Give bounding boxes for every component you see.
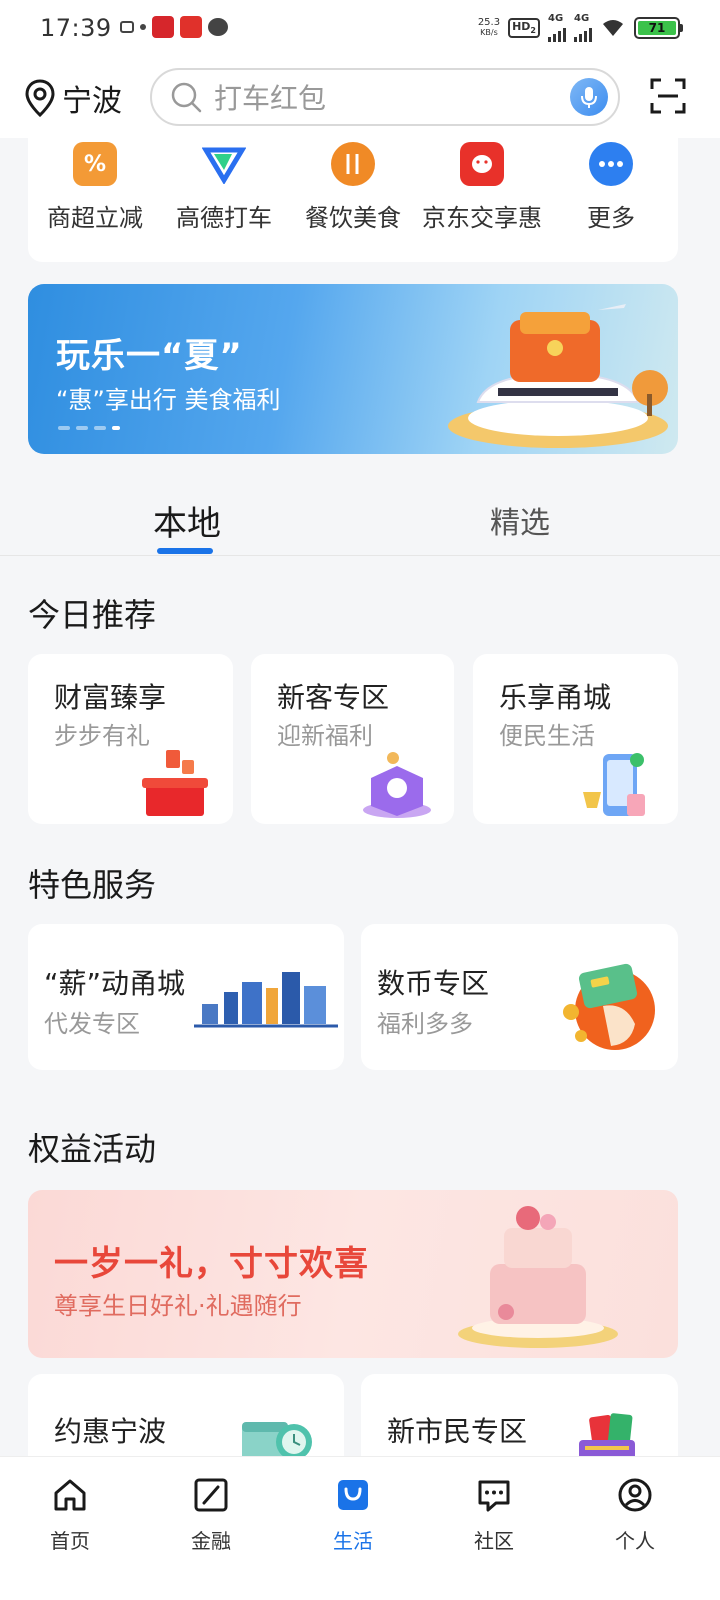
birthday-cake-icon (458, 1206, 618, 1348)
notification-icons (120, 16, 228, 38)
life-bag-icon (333, 1475, 373, 1515)
dot-icon (140, 24, 146, 30)
birthday-banner[interactable]: 一岁一礼，寸寸欢喜 尊享生日好礼·礼遇随行 (28, 1190, 678, 1358)
status-time: 17:39 (40, 14, 112, 42)
hd-voice-icon: HD2 (508, 18, 540, 38)
search-icon (171, 82, 202, 113)
microphone-icon (581, 87, 597, 108)
red-gift-box-icon (142, 750, 208, 816)
profile-icon (615, 1475, 655, 1515)
digital-wallet-icon (563, 963, 655, 1050)
wifi-icon (603, 20, 623, 36)
nav-community[interactable]: 社区 (444, 1475, 544, 1554)
tab-local[interactable]: 本地 (153, 496, 221, 545)
service-gaode-taxi[interactable]: 高德打车 (159, 138, 289, 233)
birthday-subtitle: 尊享生日好礼·礼遇随行 (54, 1292, 302, 1320)
service-jd[interactable]: 京东交享惠 (417, 138, 547, 233)
battery-level: 71 (638, 21, 676, 35)
location-name: 宁波 (62, 84, 122, 119)
nav-finance[interactable]: 金融 (161, 1475, 261, 1554)
phone-shopping-icon (583, 753, 645, 816)
search-bar[interactable]: 打车红包 (150, 68, 620, 126)
location-selector[interactable]: 宁波 (24, 76, 122, 120)
signal-1-icon: 4G (548, 14, 566, 42)
amap-taxi-icon (202, 142, 246, 186)
nav-profile[interactable]: 个人 (585, 1475, 685, 1554)
jd-dog-icon (460, 142, 504, 186)
scan-button[interactable] (650, 78, 686, 118)
bottom-navigation: 首页 金融 生活 社区 个人 (0, 1456, 720, 1600)
service-more[interactable]: 更多 (546, 138, 676, 233)
news-app-icon (180, 16, 202, 38)
home-icon (50, 1475, 90, 1515)
voice-search-button[interactable] (570, 78, 608, 116)
fork-knife-icon (331, 142, 375, 186)
section-title-featured: 特色服务 (28, 866, 157, 904)
card-new-customer[interactable]: 新客专区 迎新福利 (251, 654, 454, 824)
nav-home[interactable]: 首页 (20, 1475, 120, 1554)
signal-2-icon: 4G (574, 14, 592, 42)
finance-icon (191, 1475, 231, 1515)
purple-gift-icon (363, 752, 431, 818)
more-dots-icon (589, 142, 633, 186)
city-skyline-icon (194, 972, 338, 1028)
search-placeholder: 打车红包 (214, 82, 327, 115)
status-bar: 17:39 25.3 KB/s HD2 4G 4G 71 (0, 0, 720, 58)
service-dining[interactable]: 餐饮美食 (288, 138, 418, 233)
app-notification-icon (120, 21, 134, 33)
bank-app-icon (152, 16, 174, 38)
banner-title: 玩乐一“夏” (56, 336, 243, 376)
card-salary-yongcheng[interactable]: “薪”动甬城 代发专区 (28, 924, 344, 1070)
birthday-title: 一岁一礼，寸寸欢喜 (54, 1244, 369, 1284)
top-header: 宁波 打车红包 (0, 58, 720, 138)
content-tabs: 本地 精选 (0, 476, 720, 556)
banner-subtitle: “惠”享出行 美食福利 (56, 386, 281, 414)
service-shangchao[interactable]: % 商超立减 (30, 138, 160, 233)
community-chat-icon (474, 1475, 514, 1515)
tab-active-indicator (157, 548, 213, 554)
status-right: 25.3 KB/s HD2 4G 4G 71 (477, 14, 683, 42)
battery-icon: 71 (634, 17, 683, 39)
nav-life[interactable]: 生活 (303, 1475, 403, 1554)
card-enjoy-yongcheng[interactable]: 乐享甬城 便民生活 (473, 654, 678, 824)
scan-icon (650, 78, 686, 114)
banner-pagination (58, 426, 120, 430)
service-shortcuts: % 商超立减 高德打车 餐饮美食 京东交享惠 更多 (28, 138, 678, 262)
tab-selected[interactable]: 精选 (490, 498, 550, 542)
net-speed: 25.3 KB/s (477, 17, 501, 38)
chat-bubble-icon (208, 18, 228, 36)
card-digital-currency[interactable]: 数币专区 福利多多 (361, 924, 678, 1070)
train-gift-illustration (448, 304, 668, 448)
location-pin-icon (25, 79, 55, 117)
promo-banner[interactable]: 玩乐一“夏” “惠”享出行 美食福利 (28, 284, 678, 454)
card-wealth[interactable]: 财富臻享 步步有礼 (28, 654, 233, 824)
section-title-benefits: 权益活动 (28, 1130, 157, 1168)
section-title-today: 今日推荐 (28, 596, 157, 634)
percent-tag-icon: % (73, 142, 117, 186)
